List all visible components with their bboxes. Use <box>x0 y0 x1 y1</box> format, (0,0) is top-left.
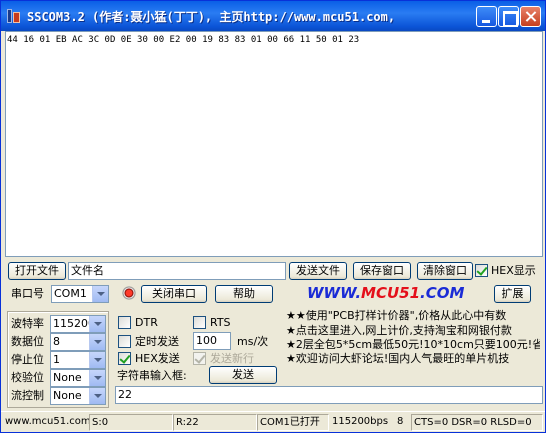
interval-field[interactable]: 100 <box>193 332 231 350</box>
title-bar[interactable]: SSCOM3.2 (作者:聂小猛(丁丁), 主页http://www.mcu51… <box>1 1 545 31</box>
maximize-button[interactable] <box>498 6 519 27</box>
logo-suffix: .COM <box>420 284 465 302</box>
parity-label: 校验位 <box>11 371 44 384</box>
ad-line[interactable]: ★点击这里进入,网上计价,支持淘宝和网银付款 <box>286 324 512 338</box>
baud-select[interactable]: 115200 <box>50 315 106 333</box>
stopbits-select[interactable]: 1 <box>50 351 106 369</box>
chevron-down-icon[interactable] <box>89 352 105 368</box>
stopbits-label: 停止位 <box>11 353 44 366</box>
ad-panel[interactable]: ★★使用"PCB打样计价器",价格从此心中有数 ★点击这里进入,网上计价,支持淘… <box>284 308 540 366</box>
status-site: www.mcu51.com <box>5 416 91 427</box>
databits-value: 8 <box>53 335 60 348</box>
status-port-state: COM1已打开 <box>257 414 329 431</box>
ad-line[interactable]: ★欢迎访问大虾论坛!国内人气最旺的单片机技 <box>286 352 509 366</box>
minimize-button[interactable] <box>476 6 497 27</box>
send-input[interactable]: 22 <box>115 386 543 404</box>
flow-value: None <box>53 389 82 402</box>
timed-send-checkbox[interactable] <box>118 335 131 348</box>
stopbits-value: 1 <box>53 353 60 366</box>
databits-label: 数据位 <box>11 335 44 348</box>
expand-button[interactable]: 扩展 <box>494 285 531 303</box>
open-file-button[interactable]: 打开文件 <box>8 262 66 280</box>
flow-select[interactable]: None <box>50 387 106 405</box>
hex-display-checkbox[interactable] <box>475 264 488 277</box>
port-status-led-icon <box>122 286 136 300</box>
chevron-down-icon[interactable] <box>92 286 108 302</box>
databits-select[interactable]: 8 <box>50 333 106 351</box>
chevron-down-icon[interactable] <box>89 334 105 350</box>
input-label: 字符串输入框: <box>117 369 187 382</box>
send-newline-checkbox[interactable] <box>193 352 206 365</box>
help-button[interactable]: 帮助 <box>215 285 273 303</box>
close-port-button[interactable]: 关闭串口 <box>141 285 207 303</box>
clear-window-button[interactable]: 清除窗口 <box>417 262 473 280</box>
status-lines: CTS=0 DSR=0 RLSD=0 <box>411 414 543 431</box>
site-logo[interactable]: WWW.MCU51.COM <box>307 284 464 302</box>
send-newline-label: 发送新行 <box>210 352 254 365</box>
hex-send-label: HEX发送 <box>135 352 180 365</box>
app-window: SSCOM3.2 (作者:聂小猛(丁丁), 主页http://www.mcu51… <box>0 0 546 433</box>
chevron-down-icon[interactable] <box>89 388 105 404</box>
chevron-down-icon[interactable] <box>89 370 105 386</box>
send-button[interactable]: 发送 <box>209 366 277 384</box>
port-select[interactable]: COM1 <box>51 285 109 303</box>
status-bar: www.mcu51.com S:0 R:22 COM1已打开 115200bps… <box>1 411 545 432</box>
app-icon <box>6 8 22 24</box>
rts-label: RTS <box>210 316 231 329</box>
timed-send-label: 定时发送 <box>135 335 179 348</box>
receive-area[interactable]: 44 16 01 EB AC 3C 0D 0E 30 00 E2 00 19 8… <box>5 31 543 257</box>
filename-field[interactable]: 文件名 <box>68 262 286 280</box>
dtr-checkbox[interactable] <box>118 316 131 329</box>
baud-label: 波特率 <box>11 317 44 330</box>
flow-label: 流控制 <box>11 389 44 402</box>
save-window-button[interactable]: 保存窗口 <box>353 262 411 280</box>
close-button[interactable] <box>520 6 541 27</box>
rts-checkbox[interactable] <box>193 316 206 329</box>
status-baud: 115200bps <box>332 416 389 427</box>
status-bits: 8 <box>397 416 404 427</box>
logo-brand: MCU51 <box>361 284 421 302</box>
window-title: SSCOM3.2 (作者:聂小猛(丁丁), 主页http://www.mcu51… <box>27 10 396 24</box>
parity-value: None <box>53 371 82 384</box>
chevron-down-icon[interactable] <box>89 316 105 332</box>
send-file-button[interactable]: 发送文件 <box>289 262 347 280</box>
status-received-count: R:22 <box>173 414 257 431</box>
ad-line[interactable]: ★2层全包5*5cm最低50元!10*10cm只要100元!省 <box>286 338 540 352</box>
parity-select[interactable]: None <box>50 369 106 387</box>
interval-unit: ms/次 <box>237 335 269 348</box>
hex-display-label: HEX显示 <box>491 264 536 277</box>
port-value: COM1 <box>54 287 87 300</box>
status-sent-count: S:0 <box>89 414 173 431</box>
hex-send-checkbox[interactable] <box>118 352 131 365</box>
ad-line[interactable]: ★★使用"PCB打样计价器",价格从此心中有数 <box>286 309 506 323</box>
dtr-label: DTR <box>135 316 158 329</box>
port-label: 串口号 <box>11 287 44 300</box>
logo-prefix: WWW. <box>307 284 362 302</box>
receive-text: 44 16 01 EB AC 3C 0D 0E 30 00 E2 00 19 8… <box>7 35 360 45</box>
